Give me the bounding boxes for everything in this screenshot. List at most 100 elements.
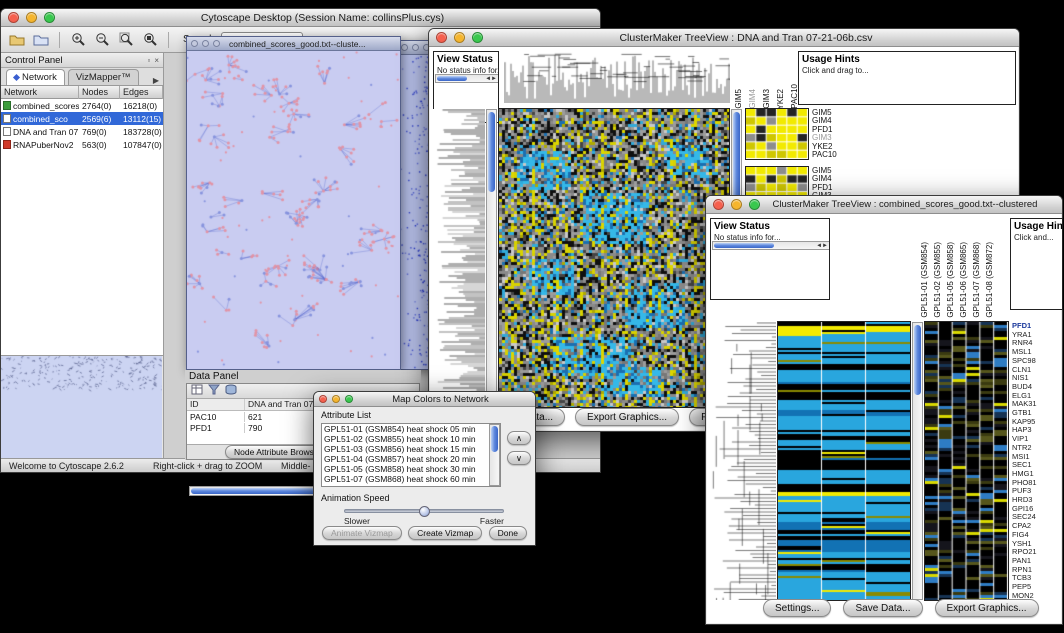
import-network-icon[interactable] bbox=[31, 31, 51, 49]
treeview-action-button[interactable]: Settings... bbox=[763, 599, 831, 617]
data-panel-title: Data Panel bbox=[185, 370, 421, 382]
mini-heatmap-1[interactable] bbox=[746, 109, 808, 159]
treeview-action-button[interactable]: Export Graphics... bbox=[575, 408, 679, 426]
minimize-icon[interactable] bbox=[412, 44, 419, 51]
attribute-item[interactable]: GPL51-02 (GSM855) heat shock 10 min bbox=[322, 434, 500, 444]
attribute-item[interactable]: GPL51-03 (GSM856) heat shock 15 min bbox=[322, 444, 500, 454]
attribute-list-scrollbar[interactable] bbox=[489, 424, 500, 486]
column-dendrogram[interactable] bbox=[504, 51, 730, 103]
minimize-button[interactable] bbox=[332, 395, 340, 403]
network-view-canvas[interactable] bbox=[187, 51, 400, 369]
header-network[interactable]: Network bbox=[1, 86, 79, 99]
network-type-icon bbox=[3, 127, 11, 136]
minimize-button[interactable] bbox=[26, 12, 37, 23]
network-row[interactable]: combined_scores 2764(0) 16218(0) bbox=[1, 99, 163, 112]
desktop-background: Cytoscape Desktop (Session Name: collins… bbox=[0, 0, 1064, 633]
maximize-button[interactable] bbox=[345, 395, 353, 403]
slider-thumb[interactable] bbox=[419, 506, 430, 517]
tab-network-label: Network bbox=[22, 72, 57, 83]
zoom-selected-icon[interactable] bbox=[116, 31, 136, 49]
secondary-heatmap-canvas[interactable] bbox=[925, 322, 1008, 600]
move-up-button[interactable]: ∧ bbox=[507, 431, 531, 445]
close-icon[interactable] bbox=[401, 44, 408, 51]
attribute-list[interactable]: GPL51-01 (GSM854) heat shock 05 minGPL51… bbox=[321, 423, 501, 487]
dialog-body: Attribute List GPL51-01 (GSM854) heat sh… bbox=[314, 407, 535, 545]
gene-list: PFD1YRA1RNR4MSL1SPC98CLN1NIS1BUD4ELG1MAK… bbox=[1012, 322, 1062, 600]
data-header-id[interactable]: ID bbox=[187, 399, 245, 410]
maximize-icon[interactable] bbox=[213, 40, 220, 47]
minimize-button[interactable] bbox=[731, 199, 742, 210]
close-button[interactable] bbox=[319, 395, 327, 403]
row-dendrogram[interactable] bbox=[433, 109, 485, 407]
attribute-item[interactable]: GPL51-04 (GSM857) heat shock 20 min bbox=[322, 454, 500, 464]
network-row[interactable]: DNA and Tran 07 769(0) 183728(0) bbox=[1, 125, 163, 138]
network-nodes-count: 563(0) bbox=[79, 140, 120, 150]
attribute-item[interactable]: GPL51-01 (GSM854) heat shock 05 min bbox=[322, 424, 500, 434]
animation-speed-slider[interactable] bbox=[344, 509, 504, 513]
main-titlebar[interactable]: Cytoscape Desktop (Session Name: collins… bbox=[1, 9, 600, 27]
open-folder-icon[interactable] bbox=[7, 31, 27, 49]
tab-overflow-icon[interactable]: ▶ bbox=[153, 76, 159, 85]
scrollbar-thumb[interactable] bbox=[914, 325, 921, 395]
close-button[interactable] bbox=[713, 199, 724, 210]
dendrogram-vscrollbar[interactable] bbox=[486, 109, 497, 407]
attribute-item[interactable]: GPL51-07 (GSM868) heat shock 60 min bbox=[322, 474, 500, 484]
attribute-list-items: GPL51-01 (GSM854) heat shock 05 minGPL51… bbox=[322, 424, 500, 484]
database-icon[interactable] bbox=[225, 382, 237, 400]
close-button[interactable] bbox=[436, 32, 447, 43]
view-status-scrollbar[interactable]: ◄► bbox=[712, 241, 830, 250]
treeview-action-button[interactable]: Save Data... bbox=[843, 599, 922, 617]
close-panel-icon[interactable]: × bbox=[154, 56, 159, 65]
attribute-table-icon[interactable] bbox=[191, 382, 203, 400]
control-panel-header-icons: ▫× bbox=[143, 55, 159, 66]
float-panel-icon[interactable]: ▫ bbox=[147, 56, 150, 65]
minimize-icon[interactable] bbox=[202, 40, 209, 47]
close-icon[interactable] bbox=[191, 40, 198, 47]
network-nodes-count: 769(0) bbox=[79, 127, 120, 137]
scrollbar-thumb[interactable] bbox=[437, 76, 467, 81]
view-status-scrollbar[interactable]: ◄► bbox=[435, 74, 499, 83]
treeview1-titlebar[interactable]: ClusterMaker TreeView : DNA and Tran 07-… bbox=[429, 29, 1019, 47]
array-column-labels: GPL51-01 (GSM854)GPL51-02 (GSM855)GPL51-… bbox=[919, 218, 1009, 318]
zoom-fit-icon[interactable] bbox=[140, 31, 160, 49]
dialog-button[interactable]: Done bbox=[489, 526, 527, 540]
treeview1-title: ClusterMaker TreeView : DNA and Tran 07-… bbox=[481, 32, 1011, 44]
network-table-header: Network Nodes Edges bbox=[1, 86, 163, 99]
usage-hints-text: Click and... bbox=[1011, 232, 1062, 242]
heatmap-canvas[interactable] bbox=[499, 109, 729, 407]
zoom-in-icon[interactable] bbox=[68, 31, 88, 49]
dialog-button[interactable]: Animate Vizmap bbox=[322, 526, 402, 540]
scroll-arrow-icons[interactable]: ◄► bbox=[485, 75, 497, 83]
network-overview-canvas[interactable] bbox=[1, 356, 162, 458]
row-dendrogram[interactable] bbox=[710, 322, 776, 600]
header-nodes[interactable]: Nodes bbox=[79, 86, 120, 99]
tab-network[interactable]: Network bbox=[6, 69, 65, 85]
dialog-titlebar[interactable]: Map Colors to Network bbox=[314, 392, 535, 407]
internal-titlebar[interactable]: combined_scores_good.txt--cluste... bbox=[187, 37, 400, 51]
scrollbar-thumb[interactable] bbox=[714, 243, 774, 248]
control-panel: Control Panel ▫× Network VizMapper™ ▶ Ne… bbox=[1, 53, 164, 458]
treeview-action-button[interactable]: Export Graphics... bbox=[935, 599, 1039, 617]
select-attributes-icon[interactable] bbox=[208, 382, 220, 400]
heatmap-vscrollbar[interactable] bbox=[912, 322, 923, 600]
scroll-arrow-icons[interactable]: ◄► bbox=[816, 242, 828, 250]
scrollbar-thumb[interactable] bbox=[491, 426, 498, 452]
header-edges[interactable]: Edges bbox=[120, 86, 163, 99]
network-row[interactable]: RNAPuberNov2 563(0) 107847(0) bbox=[1, 138, 163, 151]
array-column-label: GPL51-08 (GSM872) bbox=[984, 242, 996, 318]
tab-vizmapper[interactable]: VizMapper™ bbox=[68, 69, 139, 85]
treeview2-titlebar[interactable]: ClusterMaker TreeView : combined_scores_… bbox=[706, 196, 1062, 214]
network-name: combined_scores bbox=[13, 101, 79, 111]
tab-vizmapper-label: VizMapper™ bbox=[76, 72, 131, 83]
zoom-out-icon[interactable] bbox=[92, 31, 112, 49]
expression-heatmap-canvas[interactable] bbox=[778, 322, 910, 600]
attribute-item[interactable]: GPL51-05 (GSM858) heat shock 30 min bbox=[322, 464, 500, 474]
scrollbar-thumb[interactable] bbox=[488, 112, 495, 192]
status-pan-hint: Middle- bbox=[281, 461, 311, 471]
close-button[interactable] bbox=[8, 12, 19, 23]
dialog-button[interactable]: Create Vizmap bbox=[408, 526, 482, 540]
minimize-button[interactable] bbox=[454, 32, 465, 43]
data-cell-id: PFD1 bbox=[187, 423, 245, 433]
move-down-button[interactable]: ∨ bbox=[507, 451, 531, 465]
network-row[interactable]: combined_sco 2569(6) 13112(15) bbox=[1, 112, 163, 125]
